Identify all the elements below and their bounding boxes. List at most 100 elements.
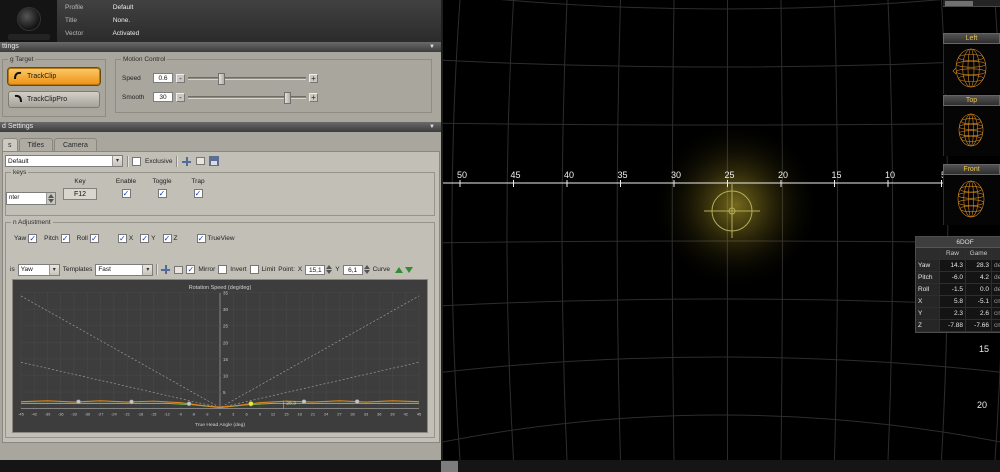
dof-axis-name: Yaw: [916, 260, 940, 271]
collapse-chevron-icon[interactable]: [429, 42, 435, 52]
trackclip-button[interactable]: TrackClip: [8, 68, 100, 85]
point-y-spinner[interactable]: 6,1: [343, 265, 370, 275]
toolbar-separator: [127, 156, 128, 167]
mirror-checkbox[interactable]: [186, 265, 195, 274]
enable-checkbox[interactable]: [122, 189, 131, 198]
chevron-down-icon[interactable]: [142, 265, 152, 275]
axis-toggle-label: Yaw: [14, 235, 26, 242]
axis-toggle-y[interactable]: Y: [140, 234, 155, 243]
view-scrollbar[interactable]: [943, 0, 1000, 7]
rotation-curve-graph[interactable]: 3530252015105-45-42-39-36-33-30-27-24-21…: [12, 279, 428, 433]
axis-toggle-checkbox[interactable]: [118, 234, 127, 243]
speed-slider-thumb[interactable]: [218, 73, 225, 85]
curve-point[interactable]: [187, 402, 191, 406]
spinner-buttons[interactable]: [364, 265, 370, 274]
head-view-top-panel[interactable]: Top: [943, 95, 1000, 156]
curve-point[interactable]: [129, 400, 133, 404]
axis-toggle-pitch[interactable]: Pitch: [44, 234, 69, 243]
bottom-resize-notch[interactable]: [441, 461, 458, 472]
spinner-buttons[interactable]: [46, 193, 55, 204]
exclusive-label: Exclusive: [145, 158, 172, 165]
axis-dropdown[interactable]: Yaw: [18, 264, 60, 276]
axis-tick-label: 10: [885, 170, 895, 180]
axis-toggle-checkbox[interactable]: [197, 234, 206, 243]
select-frame-icon[interactable]: [174, 266, 183, 274]
smooth-minus-button[interactable]: -: [176, 93, 185, 102]
axis-toggle-trueview[interactable]: TrueView: [197, 234, 235, 243]
spin-down-icon[interactable]: [364, 270, 370, 274]
axis-toggle-checkbox[interactable]: [90, 234, 99, 243]
spin-up-icon[interactable]: [364, 265, 370, 269]
limit-checkbox[interactable]: [250, 265, 259, 274]
smooth-value-field[interactable]: 30: [153, 92, 173, 102]
move-point-icon[interactable]: [160, 264, 171, 275]
center-view-icon[interactable]: [181, 156, 192, 167]
hotkey-action-combo[interactable]: nter: [6, 192, 56, 205]
dof-raw-value: 2.3: [940, 308, 966, 319]
invert-checkbox[interactable]: [218, 265, 227, 274]
point-x-spinner[interactable]: 15,1: [305, 265, 332, 275]
smooth-plus-button[interactable]: +: [309, 93, 318, 102]
smooth-slider[interactable]: [188, 96, 306, 99]
templates-dropdown[interactable]: Fast: [95, 264, 153, 276]
axis-tick-label: 45: [510, 170, 520, 180]
spin-up-icon[interactable]: [48, 194, 54, 198]
trackir-app: Profile Default Title None. Vector Activ…: [0, 0, 1000, 472]
curve-point-selected[interactable]: [249, 401, 254, 406]
axis-dropdown-value: Yaw: [19, 266, 49, 273]
advanced-settings-header[interactable]: d Settings: [0, 122, 443, 132]
speed-value-field[interactable]: 0.6: [153, 73, 173, 83]
new-profile-icon[interactable]: [196, 157, 205, 165]
toggle-checkbox[interactable]: [158, 189, 167, 198]
speed-minus-button[interactable]: -: [176, 74, 185, 83]
axis-toggle-checkbox[interactable]: [28, 234, 37, 243]
chevron-down-icon[interactable]: [49, 265, 59, 275]
trackclippro-button[interactable]: TrackClipPro: [8, 91, 100, 108]
hotkey-key-button[interactable]: F12: [63, 188, 97, 200]
trap-checkbox[interactable]: [194, 189, 203, 198]
tracking-grid-svg[interactable]: 5045403530252015105: [443, 0, 1000, 460]
axis-toggle-checkbox[interactable]: [140, 234, 149, 243]
axis-toggle-checkbox[interactable]: [61, 234, 70, 243]
tracking-3d-view[interactable]: 5045403530252015105 Left Top Front 6DOFR…: [443, 0, 1000, 460]
spin-down-icon[interactable]: [326, 270, 332, 274]
axis-tick-label: 20: [778, 170, 788, 180]
curve-down-icon[interactable]: [405, 267, 413, 273]
speed-plus-button[interactable]: +: [309, 74, 318, 83]
axis-toggle-roll[interactable]: Roll: [77, 234, 99, 243]
tab-profiles[interactable]: s: [2, 138, 18, 151]
svg-text:39: 39: [390, 411, 394, 416]
tab-camera[interactable]: Camera: [54, 138, 97, 151]
svg-text:-12: -12: [164, 411, 170, 416]
exclusive-checkbox[interactable]: [132, 157, 141, 166]
curve-point[interactable]: [355, 399, 359, 403]
dof-axis-name: Roll: [916, 284, 940, 295]
smooth-slider-thumb[interactable]: [284, 92, 291, 104]
speed-slider[interactable]: [188, 77, 306, 80]
spinner-buttons[interactable]: [326, 265, 332, 274]
spin-up-icon[interactable]: [326, 265, 332, 269]
point-y-value[interactable]: 6,1: [343, 265, 363, 275]
head-wireframe-left: [943, 44, 1000, 94]
curve-point[interactable]: [76, 400, 80, 404]
axis-toggle-x[interactable]: X: [118, 234, 133, 243]
view-scrollbar-thumb[interactable]: [945, 1, 973, 6]
chevron-down-icon[interactable]: [112, 156, 122, 166]
head-view-left-panel[interactable]: Left: [943, 33, 1000, 94]
settings-section-header[interactable]: ttings: [0, 42, 443, 52]
curve-up-icon[interactable]: [395, 267, 403, 273]
dof-game-value: -5.1: [966, 296, 992, 307]
six-dof-row-z: Z-7.88-7.66cm: [916, 320, 1000, 332]
rotation-curve-svg[interactable]: 3530252015105-45-42-39-36-33-30-27-24-21…: [13, 280, 427, 432]
collapse-chevron-icon[interactable]: [429, 122, 435, 132]
profile-dropdown[interactable]: Default: [5, 155, 123, 167]
axis-toggle-z[interactable]: Z: [163, 234, 178, 243]
axis-toggle-yaw[interactable]: Yaw: [14, 234, 37, 243]
head-view-front-panel[interactable]: Front: [943, 164, 1000, 225]
point-x-value[interactable]: 15,1: [305, 265, 325, 275]
tab-titles[interactable]: Titles: [19, 138, 53, 151]
save-icon[interactable]: [209, 156, 219, 166]
axis-toggle-checkbox[interactable]: [163, 234, 172, 243]
spin-down-icon[interactable]: [48, 199, 54, 203]
curve-point[interactable]: [302, 400, 306, 404]
